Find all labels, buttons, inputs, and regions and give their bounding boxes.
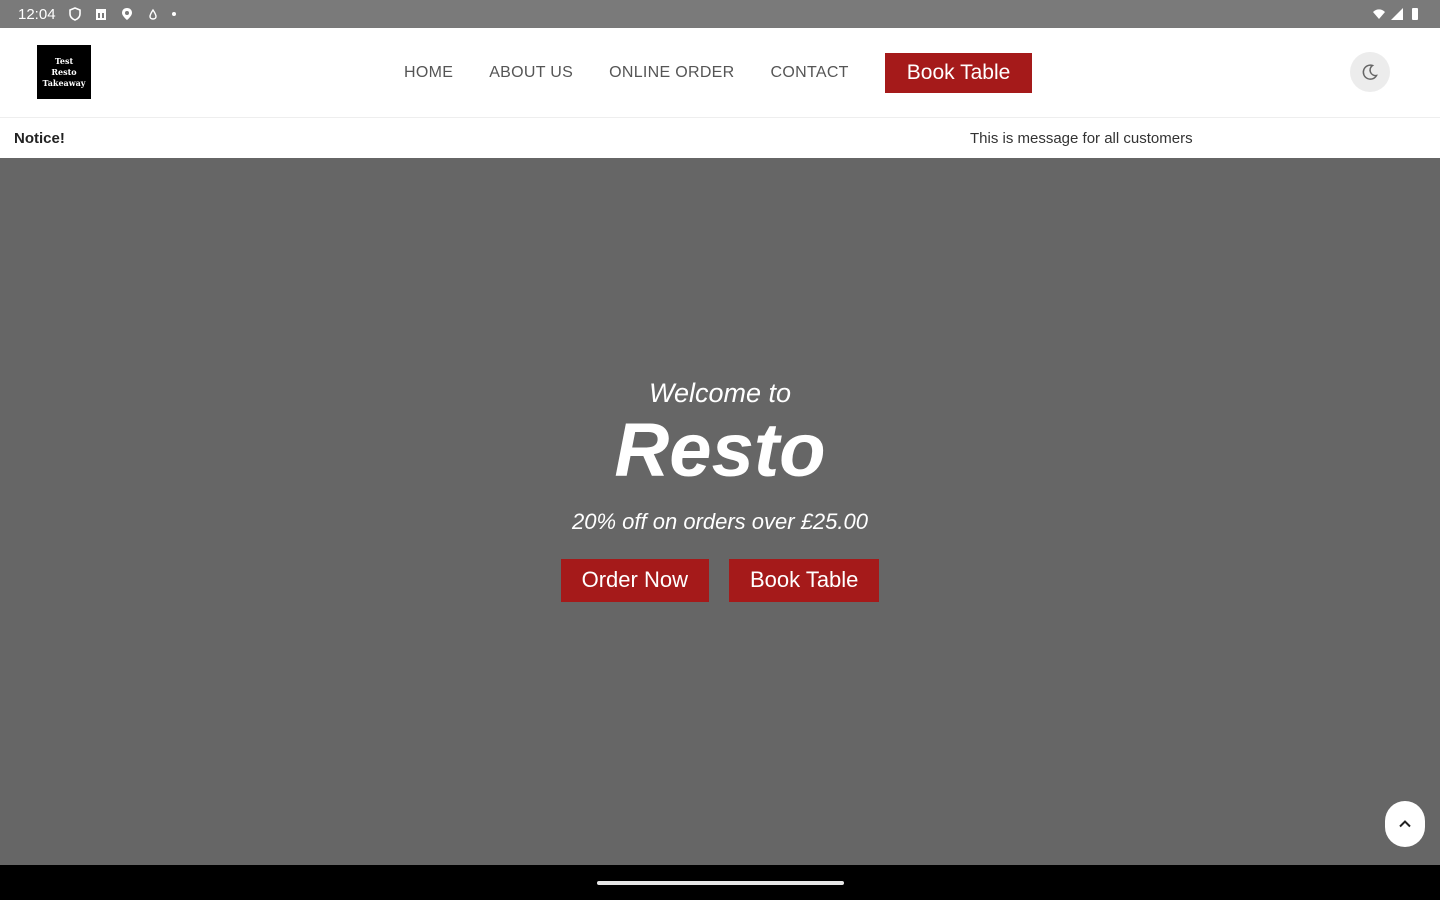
- order-now-button[interactable]: Order Now: [560, 558, 709, 602]
- chevron-up-icon: [1399, 820, 1411, 828]
- hero-book-table-button[interactable]: Book Table: [728, 558, 880, 602]
- water-drop-icon: [148, 8, 157, 20]
- wifi-icon: [1373, 9, 1385, 19]
- status-time: 12:04: [18, 5, 56, 23]
- battery-icon: [1412, 8, 1418, 20]
- logo-line-3: Takeaway: [42, 77, 86, 88]
- dot-icon: [171, 12, 176, 16]
- hero-section: Welcome to Resto 20% off on orders over …: [0, 158, 1440, 865]
- status-bar: 12:04: [0, 0, 1440, 28]
- logo-line-1: Test: [54, 55, 74, 66]
- site-header: Test Resto Takeaway HOME ABOUT US ONLINE…: [0, 28, 1440, 118]
- hero-welcome: Welcome to: [648, 378, 792, 408]
- book-table-button[interactable]: Book Table: [884, 53, 1033, 93]
- site-logo[interactable]: Test Resto Takeaway: [37, 45, 91, 99]
- navigation-bar: [0, 865, 1440, 900]
- sim-icon: [95, 9, 106, 20]
- location-icon: [121, 8, 132, 20]
- theme-toggle-button[interactable]: [1350, 52, 1390, 92]
- logo-line-2: Resto: [51, 66, 77, 77]
- hero-buttons: Order Now Book Table: [560, 558, 880, 602]
- hero-promo: 20% off on orders over £25.00: [572, 508, 868, 534]
- nav-online-order[interactable]: ONLINE ORDER: [609, 64, 734, 82]
- scroll-to-top-button[interactable]: [1385, 801, 1425, 847]
- main-nav: HOME ABOUT US ONLINE ORDER CONTACT Book …: [404, 28, 1033, 118]
- notice-message: This is message for all customers: [970, 129, 1193, 147]
- moon-icon: [1362, 64, 1378, 80]
- hero-brand: Resto: [614, 408, 826, 493]
- nav-about-us[interactable]: ABOUT US: [489, 64, 573, 82]
- signal-icon: [1391, 8, 1403, 20]
- notice-bar: Notice! This is message for all customer…: [0, 118, 1440, 158]
- shield-icon: [68, 7, 81, 21]
- nav-contact[interactable]: CONTACT: [771, 64, 849, 82]
- notice-label: Notice!: [14, 129, 65, 147]
- hero-content: Welcome to Resto 20% off on orders over …: [0, 378, 1440, 602]
- nav-home[interactable]: HOME: [404, 64, 453, 82]
- home-indicator[interactable]: [597, 881, 844, 885]
